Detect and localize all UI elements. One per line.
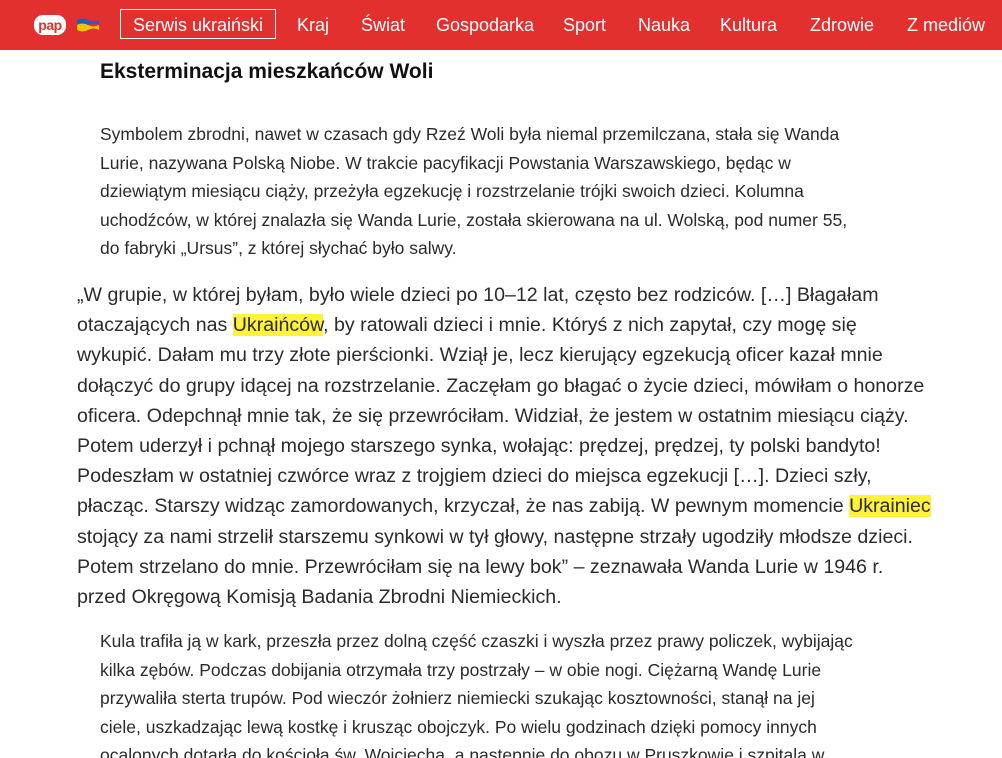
quote-text: , by ratowali dzieci i mnie. Któryś z ni… [323, 314, 857, 337]
testimony-quote: „W grupie, w której byłam, było wiele dz… [77, 280, 931, 612]
text-line: Lurie, nazywana Polską Niobe. W trakcie … [100, 152, 791, 173]
text-line: do fabryki „Ursus”, z której słychać był… [100, 238, 457, 258]
nav-item-kraj[interactable]: Kraj [297, 0, 329, 50]
nav-item-gospodarka[interactable]: Gospodarka [436, 0, 534, 50]
text-line: Kula trafiła ją w kark, przeszła przez d… [100, 631, 853, 651]
text-line: Symbolem zbrodni, nawet w czasach gdy Rz… [100, 124, 840, 144]
nav-item-nauka[interactable]: Nauka [638, 0, 690, 50]
text-line: kilka zębów. Podczas dobijania otrzymała… [100, 659, 822, 680]
quote-line: dołączyć do grupy idącej na rozstrzelani… [77, 374, 925, 397]
intro-paragraph: Symbolem zbrodni, nawet w czasach gdy Rz… [100, 120, 847, 263]
quote-line: Podeszłam w ostatniej czwórce wraz z tro… [77, 465, 872, 488]
quote-line: oficera. Odepchnął mnie tak, że się prze… [77, 404, 909, 427]
quote-line: płacząc. Starszy widząc zamordowanych, k… [77, 491, 931, 521]
quote-text: otaczających nas [77, 314, 233, 337]
text-line: uchodźców, w której znalazła się Wanda L… [100, 209, 848, 230]
text-line: ocalonych dotarła do kościoła św. Wojcie… [100, 745, 825, 758]
top-navigation-bar: pap Serwis ukraiński Kraj Świat Gospodar… [0, 0, 1002, 50]
text-line: dziewiątym miesiącu ciąży, przeżyła egze… [100, 181, 804, 201]
text-line: przywaliła sterta trupów. Pod wieczór żo… [100, 688, 815, 708]
quote-text: płacząc. Starszy widząc zamordowanych, k… [77, 495, 850, 518]
quote-line: wykupić. Dałam mu trzy złote pierścionki… [77, 344, 883, 367]
quote-line: stojący za nami strzelił starszemu synko… [77, 525, 913, 548]
quote-line: otaczających nas Ukraińców, by ratowali … [77, 310, 931, 340]
highlighted-term: Ukrainiec [849, 495, 931, 518]
main-nav: Serwis ukraiński Kraj Świat Gospodarka S… [0, 0, 1002, 50]
quote-line: „W grupie, w której byłam, było wiele dz… [77, 284, 879, 306]
nav-item-z-mediow[interactable]: Z mediów [907, 0, 985, 50]
nav-item-sport[interactable]: Sport [563, 0, 606, 50]
section-heading: Eksterminacja mieszkańców Woli [100, 60, 434, 83]
quote-line: przed Okręgową Komisją Badania Zbrodni N… [77, 586, 562, 609]
quote-line: Potem uderzył i pchnął mojego starszego … [77, 435, 881, 458]
nav-item-serwis-ukrainski[interactable]: Serwis ukraiński [120, 9, 277, 39]
highlighted-term: Ukraińców [232, 314, 324, 337]
nav-item-swiat[interactable]: Świat [361, 0, 405, 50]
nav-item-zdrowie[interactable]: Zdrowie [810, 0, 874, 50]
nav-item-kultura[interactable]: Kultura [720, 0, 777, 50]
outro-paragraph: Kula trafiła ją w kark, przeszła przez d… [100, 627, 853, 758]
text-line: ciele, uszkadzając lewą kostkę i krusząc… [100, 716, 817, 737]
quote-line: Potem strzelano do mnie. Przewróciłam si… [77, 555, 884, 578]
